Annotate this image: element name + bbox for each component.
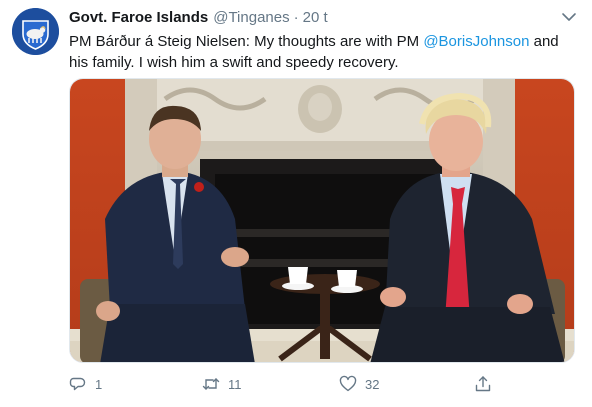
tweet-text: PM Bárður á Steig Nielsen: My thoughts a…: [69, 31, 574, 73]
share-button[interactable]: [474, 370, 492, 398]
tweet-header: Govt. Faroe Islands @Tinganes · 20 t: [69, 9, 328, 29]
retweet-count: 11: [228, 376, 242, 392]
tweet-text-part: PM Bárður á Steig Nielsen: My thoughts a…: [69, 33, 424, 50]
share-icon: [475, 376, 491, 392]
chevron-down-icon: [562, 13, 576, 21]
reply-count: 1: [95, 376, 103, 392]
retweet-button[interactable]: 11: [202, 370, 242, 398]
like-button[interactable]: 32: [339, 370, 379, 398]
tweet-actions: 1 11 32: [69, 370, 509, 398]
timestamp[interactable]: 20 t: [303, 9, 328, 26]
heart-icon: [339, 375, 357, 392]
avatar[interactable]: [12, 8, 59, 55]
tweet-card[interactable]: Govt. Faroe Islands @Tinganes · 20 t PM …: [0, 0, 592, 407]
photo-two-men-seated-icon: [70, 79, 574, 362]
mention-link[interactable]: @BorisJohnson: [423, 33, 529, 50]
retweet-icon: [202, 378, 220, 390]
reply-icon: [69, 377, 86, 391]
tweet-photo[interactable]: [69, 78, 575, 363]
like-count: 32: [365, 376, 380, 392]
separator-dot: ·: [293, 9, 299, 26]
ram-coat-of-arms-icon: [12, 8, 59, 55]
user-handle[interactable]: @Tinganes: [213, 9, 289, 26]
display-name[interactable]: Govt. Faroe Islands: [69, 9, 208, 26]
reply-button[interactable]: 1: [69, 370, 102, 398]
tweet-menu-button[interactable]: [561, 10, 577, 22]
